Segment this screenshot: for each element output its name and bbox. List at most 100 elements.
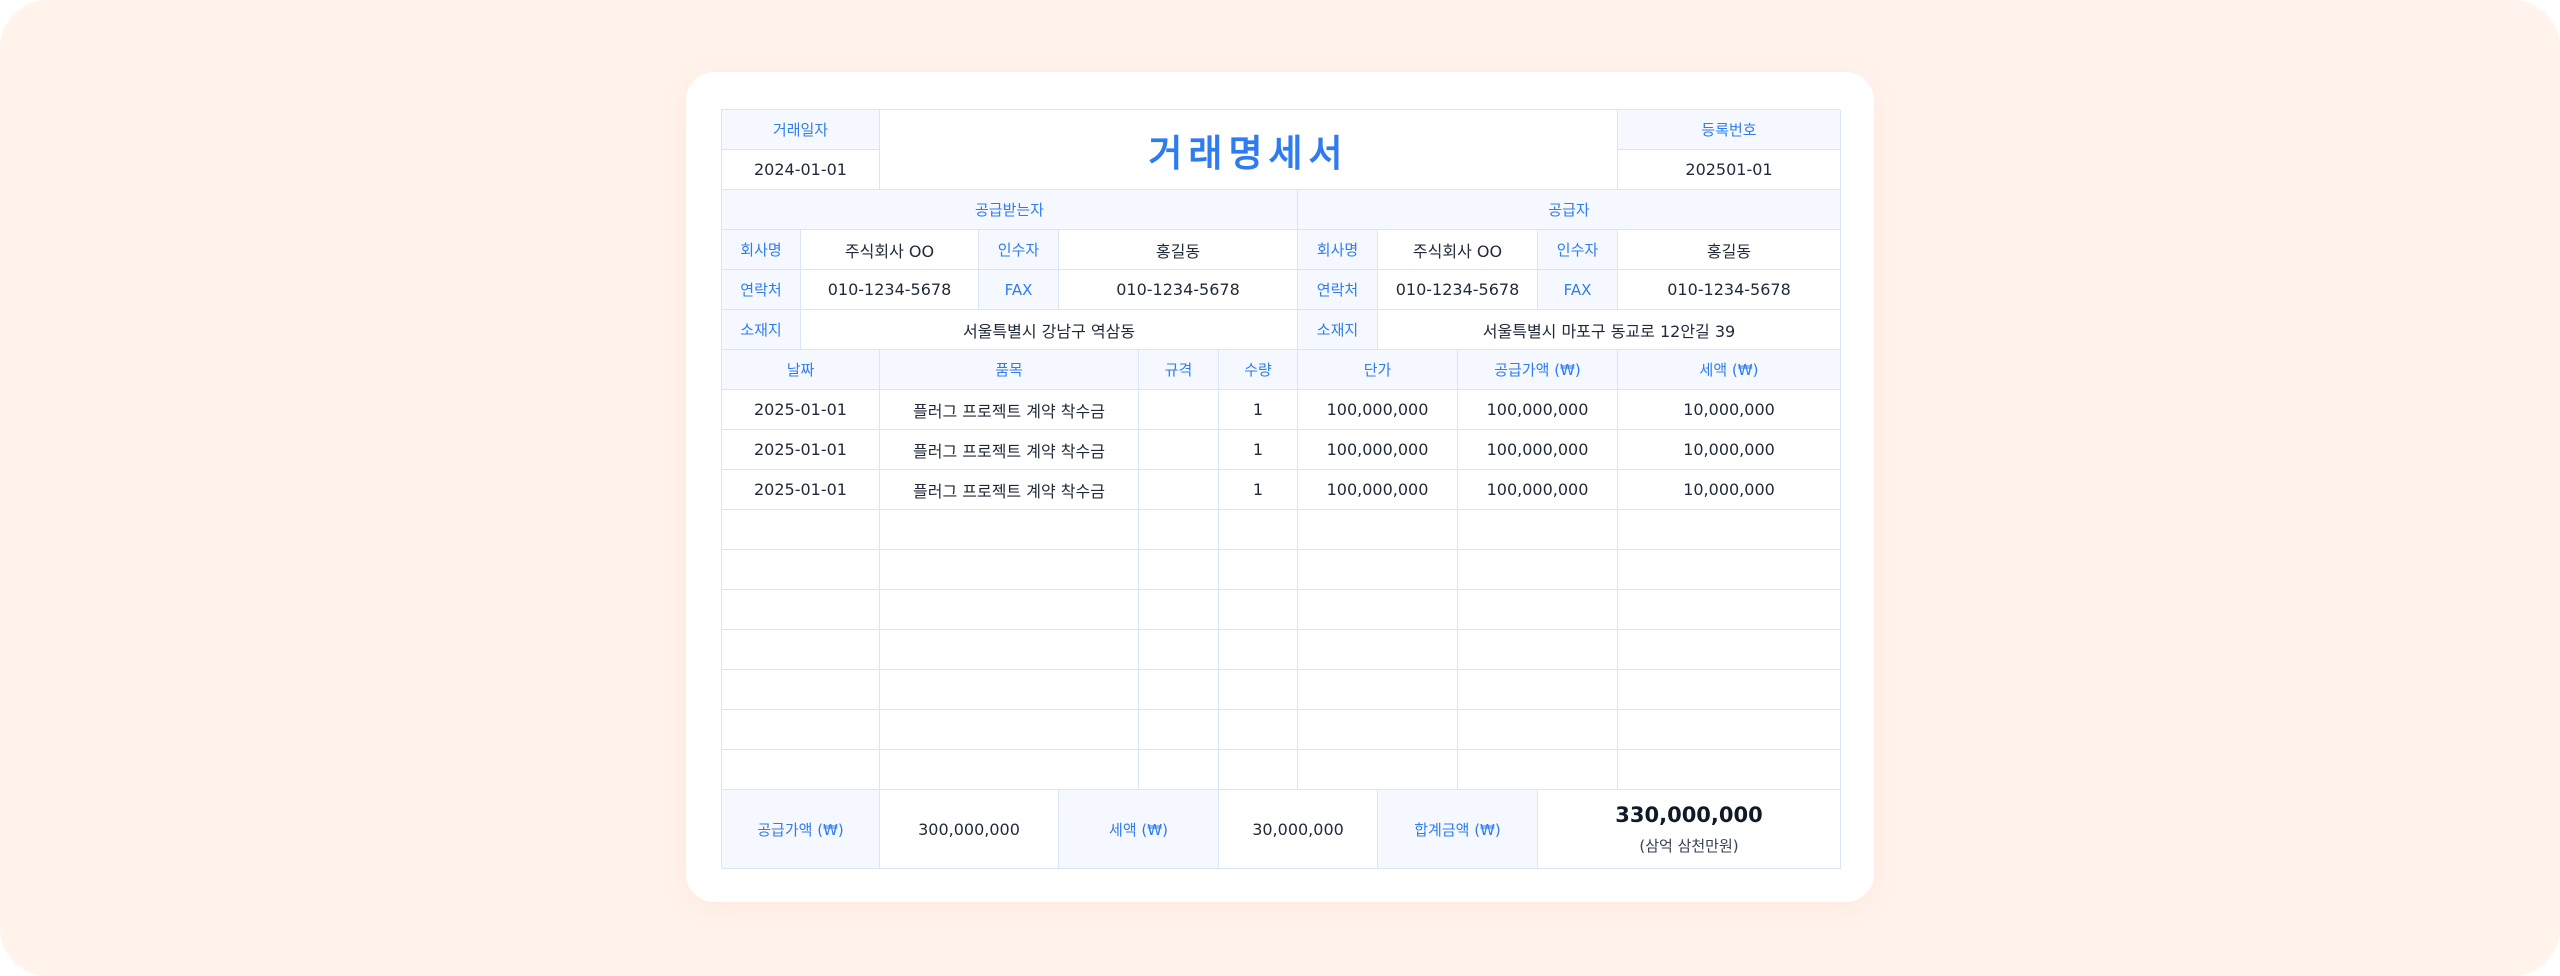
cell-unit-price (1298, 630, 1458, 670)
cell-date: 2025-01-01 (722, 430, 880, 470)
cell-supply-amount (1458, 750, 1618, 790)
cell-spec (1139, 430, 1219, 470)
total-supply-label: 공급가액 (₩) (722, 790, 880, 869)
cell-unit-price (1298, 670, 1458, 710)
buyer-fax-value: 010-1234-5678 (1059, 270, 1298, 310)
cell-date (722, 710, 880, 750)
cell-spec (1139, 710, 1219, 750)
cell-item (880, 630, 1139, 670)
cell-spec (1139, 550, 1219, 590)
cell-quantity (1219, 550, 1298, 590)
column-header-tax: 세액 (₩) (1618, 350, 1841, 390)
cell-item (880, 510, 1139, 550)
cell-unit-price (1298, 550, 1458, 590)
cell-supply-amount: 100,000,000 (1458, 390, 1618, 430)
cell-spec (1139, 510, 1219, 550)
buyer-phone-value: 010-1234-5678 (801, 270, 979, 310)
cell-tax (1618, 670, 1841, 710)
supplier-section-header: 공급자 (1298, 190, 1841, 230)
buyer-address-label: 소재지 (722, 310, 801, 350)
cell-item: 플러그 프로젝트 계약 착수금 (880, 430, 1139, 470)
cell-spec (1139, 670, 1219, 710)
cell-supply-amount: 100,000,000 (1458, 470, 1618, 510)
buyer-recipient-value: 홍길동 (1059, 230, 1298, 270)
total-tax-value: 30,000,000 (1219, 790, 1378, 869)
grand-total-cell: 330,000,000 (삼억 삼천만원) (1538, 790, 1841, 869)
cell-quantity: 1 (1219, 430, 1298, 470)
supplier-fax-value: 010-1234-5678 (1618, 270, 1841, 310)
invoice-sheet: 거래일자 거래명세서 등록번호 2024-01-01 202501-01 공급받… (721, 109, 1841, 869)
buyer-section-header: 공급받는자 (722, 190, 1298, 230)
cell-tax (1618, 750, 1841, 790)
cell-quantity (1219, 710, 1298, 750)
cell-supply-amount (1458, 710, 1618, 750)
cell-date (722, 590, 880, 630)
cell-unit-price (1298, 510, 1458, 550)
trade-date-value: 2024-01-01 (722, 150, 880, 190)
buyer-address-value: 서울특별시 강남구 역삼동 (801, 310, 1298, 350)
supplier-recipient-value: 홍길동 (1618, 230, 1841, 270)
cell-unit-price (1298, 590, 1458, 630)
column-header-spec: 규격 (1139, 350, 1219, 390)
supplier-address-label: 소재지 (1298, 310, 1378, 350)
column-header-item: 품목 (880, 350, 1139, 390)
registration-number-label: 등록번호 (1618, 110, 1841, 150)
cell-spec (1139, 390, 1219, 430)
cell-date: 2025-01-01 (722, 470, 880, 510)
buyer-recipient-label: 인수자 (979, 230, 1059, 270)
cell-quantity: 1 (1219, 470, 1298, 510)
total-tax-label: 세액 (₩) (1059, 790, 1219, 869)
cell-spec (1139, 590, 1219, 630)
cell-supply-amount (1458, 590, 1618, 630)
cell-unit-price: 100,000,000 (1298, 390, 1458, 430)
cell-item (880, 750, 1139, 790)
cell-date (722, 550, 880, 590)
cell-tax (1618, 550, 1841, 590)
supplier-company-label: 회사명 (1298, 230, 1378, 270)
buyer-company-value: 주식회사 OO (801, 230, 979, 270)
cell-date (722, 510, 880, 550)
column-header-supply-amount: 공급가액 (₩) (1458, 350, 1618, 390)
buyer-phone-label: 연락처 (722, 270, 801, 310)
cell-tax: 10,000,000 (1618, 470, 1841, 510)
column-header-date: 날짜 (722, 350, 880, 390)
buyer-fax-label: FAX (979, 270, 1059, 310)
cell-tax (1618, 710, 1841, 750)
cell-tax (1618, 630, 1841, 670)
total-supply-value: 300,000,000 (880, 790, 1059, 869)
cell-quantity (1219, 510, 1298, 550)
cell-quantity (1219, 750, 1298, 790)
cell-spec (1139, 750, 1219, 790)
cell-date (722, 670, 880, 710)
document-title: 거래명세서 (880, 110, 1618, 190)
supplier-address-value: 서울특별시 마포구 동교로 12안길 39 (1378, 310, 1841, 350)
cell-tax (1618, 590, 1841, 630)
cell-unit-price: 100,000,000 (1298, 470, 1458, 510)
cell-tax (1618, 510, 1841, 550)
cell-unit-price (1298, 750, 1458, 790)
cell-quantity (1219, 590, 1298, 630)
cell-spec (1139, 630, 1219, 670)
cell-item (880, 590, 1139, 630)
supplier-company-value: 주식회사 OO (1378, 230, 1538, 270)
cell-supply-amount: 100,000,000 (1458, 430, 1618, 470)
cell-quantity (1219, 630, 1298, 670)
cell-supply-amount (1458, 630, 1618, 670)
cell-supply-amount (1458, 670, 1618, 710)
cell-tax: 10,000,000 (1618, 430, 1841, 470)
cell-supply-amount (1458, 510, 1618, 550)
supplier-phone-value: 010-1234-5678 (1378, 270, 1538, 310)
cell-unit-price (1298, 710, 1458, 750)
supplier-phone-label: 연락처 (1298, 270, 1378, 310)
grand-total-amount: 330,000,000 (1615, 802, 1763, 827)
grand-total-label: 합계금액 (₩) (1378, 790, 1538, 869)
cell-item (880, 550, 1139, 590)
cell-item (880, 670, 1139, 710)
cell-date (722, 750, 880, 790)
registration-number-value: 202501-01 (1618, 150, 1841, 190)
cell-date: 2025-01-01 (722, 390, 880, 430)
cell-quantity: 1 (1219, 390, 1298, 430)
cell-item: 플러그 프로젝트 계약 착수금 (880, 390, 1139, 430)
cell-tax: 10,000,000 (1618, 390, 1841, 430)
cell-item (880, 710, 1139, 750)
